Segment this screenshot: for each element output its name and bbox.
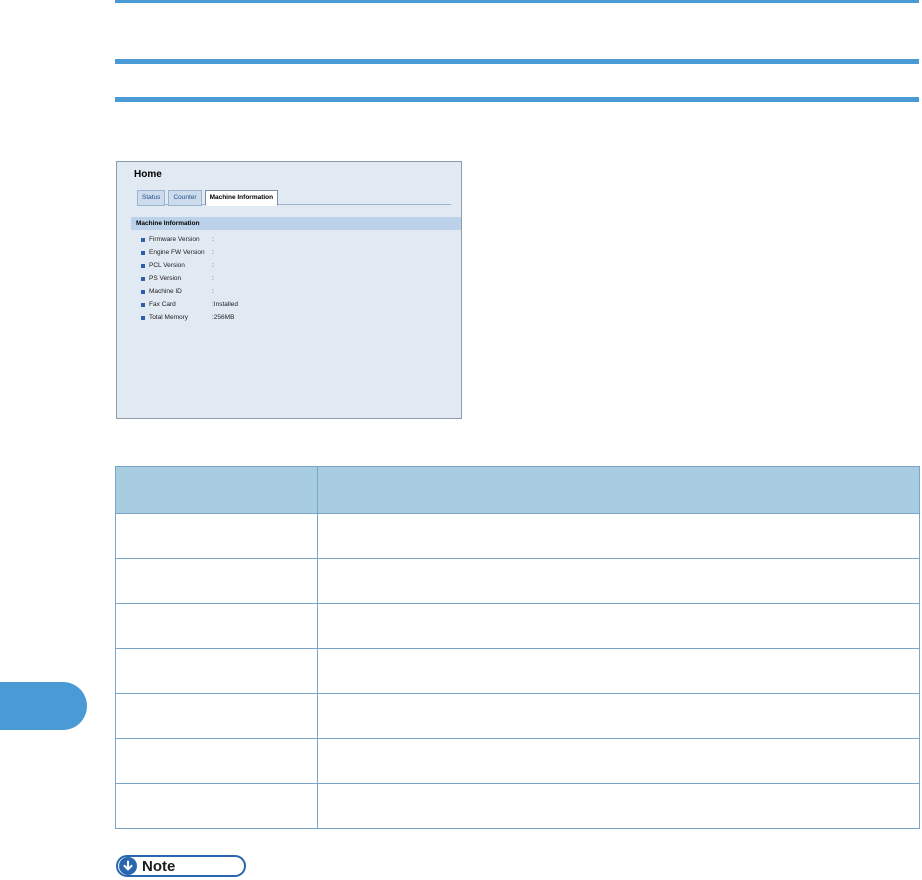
table-cell	[317, 648, 920, 694]
tab-status[interactable]: Status	[137, 190, 166, 206]
panel-title: Home	[134, 169, 162, 180]
info-label: PCL Version	[149, 262, 185, 269]
table-row	[115, 648, 920, 694]
table-cell	[317, 603, 920, 649]
info-row-machine-id: Machine ID :	[141, 285, 238, 298]
bullet-icon	[141, 276, 145, 281]
info-row-engine-fw-version: Engine FW Version :	[141, 246, 238, 259]
info-value: :Installed	[212, 301, 239, 308]
bullet-icon	[141, 289, 145, 294]
table-cell	[317, 783, 920, 829]
top-rule	[115, 0, 919, 3]
table-cell	[317, 558, 920, 604]
table-cell	[115, 693, 318, 739]
table-row	[115, 738, 920, 784]
machine-info-screenshot: Home Status Counter Machine Information …	[116, 161, 462, 419]
info-value: :	[212, 275, 214, 282]
note-label: Note	[142, 857, 176, 875]
section-header: Machine Information	[131, 217, 461, 230]
info-value: :	[212, 262, 214, 269]
heading-rule-upper	[115, 59, 919, 64]
info-value: :	[212, 249, 214, 256]
table-header-row	[115, 466, 920, 514]
table-cell	[115, 558, 318, 604]
info-value: :	[212, 288, 214, 295]
info-value: :	[212, 236, 214, 243]
info-row-firmware-version: Firmware Version :	[141, 233, 238, 246]
info-label: Firmware Version	[149, 236, 200, 243]
table-cell	[115, 783, 318, 829]
heading-rule-lower	[115, 97, 919, 102]
info-row-ps-version: PS Version :	[141, 272, 238, 285]
tab-counter[interactable]: Counter	[168, 190, 202, 206]
bullet-icon	[141, 237, 145, 242]
table-cell	[317, 513, 920, 559]
table-row	[115, 603, 920, 649]
info-label: Total Memory	[149, 314, 189, 321]
info-row-fax-card: Fax Card :Installed	[141, 298, 238, 311]
panel-tabs: Status Counter Machine Information	[137, 190, 279, 206]
bullet-icon	[141, 302, 145, 307]
info-label: PS Version	[149, 275, 182, 282]
table-row	[115, 693, 920, 739]
machine-info-list: Firmware Version : Engine FW Version : P…	[141, 233, 238, 324]
table-cell	[115, 513, 318, 559]
bullet-icon	[141, 315, 145, 320]
info-label: Machine ID	[149, 288, 182, 295]
note-badge: Note	[116, 855, 246, 877]
table-cell	[317, 738, 920, 784]
info-label: Fax Card	[149, 301, 176, 308]
table-cell	[115, 738, 318, 784]
table-row	[115, 783, 920, 829]
info-value: :256MB	[212, 314, 235, 321]
table-cell	[115, 603, 318, 649]
bullet-icon	[141, 263, 145, 268]
info-row-total-memory: Total Memory :256MB	[141, 311, 238, 324]
table-header-cell	[317, 466, 920, 514]
info-row-pcl-version: PCL Version :	[141, 259, 238, 272]
table-header-cell	[115, 466, 318, 514]
chapter-side-tab	[0, 682, 87, 730]
table-row	[115, 513, 920, 559]
tab-machine-information[interactable]: Machine Information	[204, 190, 279, 206]
info-label: Engine FW Version	[149, 249, 205, 256]
table-cell	[115, 648, 318, 694]
table-row	[115, 558, 920, 604]
table-cell	[317, 693, 920, 739]
bullet-icon	[141, 250, 145, 255]
down-arrow-circle-icon	[119, 857, 137, 875]
description-table	[115, 466, 920, 829]
